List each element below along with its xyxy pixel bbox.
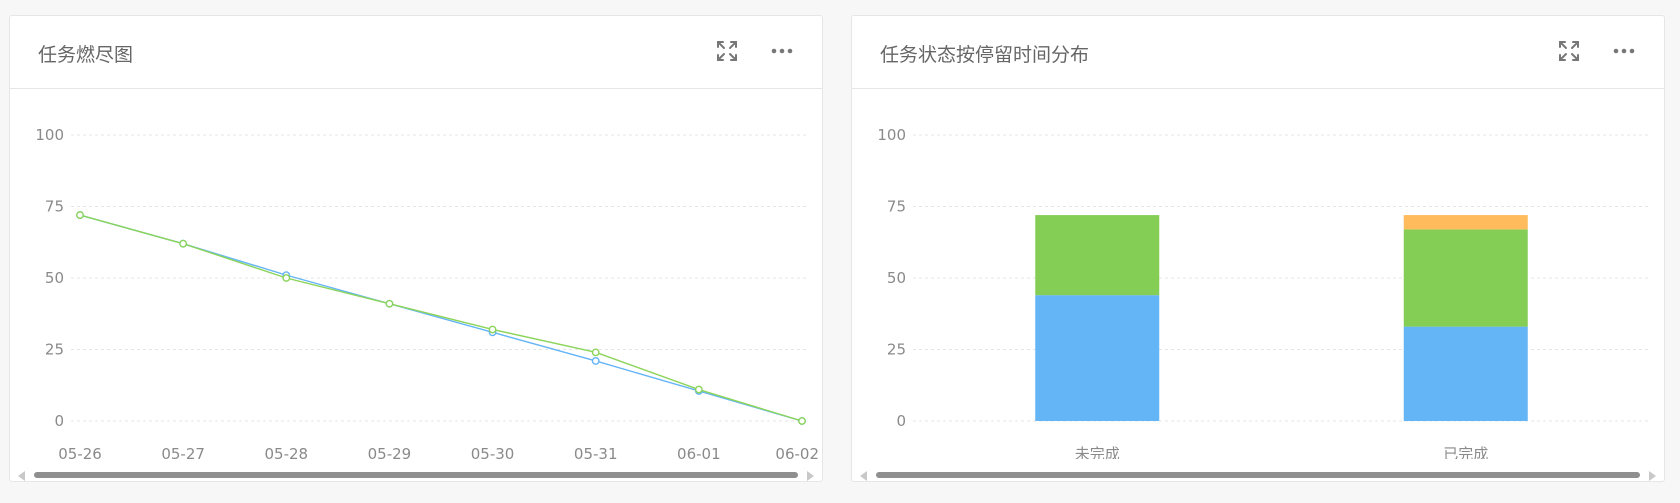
- data-point: [179, 239, 188, 248]
- panel-header: 任务状态按停留时间分布: [852, 16, 1664, 89]
- more-button[interactable]: [1609, 36, 1639, 66]
- x-tick-label: 05-26: [58, 445, 102, 459]
- y-tick-label: 0: [896, 412, 906, 430]
- scroll-thumb[interactable]: [876, 472, 1640, 478]
- scroll-left-arrow[interactable]: [860, 471, 867, 481]
- scroll-right-arrow[interactable]: [1649, 471, 1656, 481]
- y-tick-label: 100: [877, 126, 906, 144]
- panel-title: 任务状态按停留时间分布: [880, 44, 1090, 66]
- data-point: [488, 325, 497, 334]
- x-tick-label: 05-29: [368, 445, 412, 459]
- data-point: [282, 274, 291, 282]
- x-tick-label: 05-31: [574, 445, 618, 459]
- more-icon: [1613, 48, 1635, 54]
- scroll-right-arrow[interactable]: [807, 471, 814, 481]
- panel-header: 任务燃尽图: [10, 16, 822, 89]
- data-point: [385, 299, 394, 308]
- x-tick-label: 06-02: [775, 445, 819, 459]
- burndown-panel: 任务燃尽图 0 25 50 75 100 05-26 05-27 05-28 05-29 05-3…: [9, 15, 823, 482]
- data-point: [798, 417, 806, 425]
- bar-segment: [1035, 295, 1160, 421]
- y-tick-label: 75: [887, 198, 906, 216]
- bar-segment: [1035, 215, 1160, 296]
- burndown-chart: 0 25 50 75 100 05-26 05-27 05-28 05-29 05-30 05-31…: [35, 126, 819, 459]
- scroll-left-arrow[interactable]: [18, 471, 25, 481]
- y-tick-label: 50: [887, 269, 906, 287]
- chart-scrollbar[interactable]: [18, 471, 814, 481]
- x-tick-label: 06-01: [677, 445, 721, 459]
- status-duration-panel: 任务状态按停留时间分布 0 25 50 75 100 未完成 已完成: [851, 15, 1665, 482]
- x-tick-label: 05-27: [161, 445, 205, 459]
- y-tick-label: 50: [45, 269, 64, 287]
- expand-icon: [717, 41, 737, 61]
- y-tick-label: 75: [45, 198, 64, 216]
- more-icon: [771, 48, 793, 54]
- x-tick-label: 05-28: [264, 445, 308, 459]
- y-tick-label: 100: [35, 126, 64, 144]
- y-tick-label: 25: [887, 341, 906, 359]
- y-tick-label: 0: [54, 412, 64, 430]
- expand-button[interactable]: [712, 36, 742, 66]
- scroll-thumb[interactable]: [34, 472, 798, 478]
- status-duration-chart: 0 25 50 75 100 未完成 已完成: [877, 126, 1650, 459]
- chart-scrollbar[interactable]: [860, 471, 1656, 481]
- bar-segment: [1403, 215, 1528, 230]
- data-point: [591, 357, 600, 365]
- data-point: [591, 348, 600, 357]
- more-button[interactable]: [767, 36, 797, 66]
- x-tick-label: 已完成: [1443, 445, 1488, 459]
- expand-icon: [1559, 41, 1579, 61]
- bar-segment: [1403, 326, 1528, 421]
- y-tick-label: 25: [45, 341, 64, 359]
- expand-button[interactable]: [1554, 36, 1584, 66]
- data-point: [694, 385, 703, 394]
- x-tick-label: 05-30: [471, 445, 515, 459]
- data-point: [76, 211, 84, 219]
- panel-title: 任务燃尽图: [38, 44, 134, 66]
- x-tick-label: 未完成: [1075, 445, 1120, 459]
- bar-segment: [1403, 229, 1528, 327]
